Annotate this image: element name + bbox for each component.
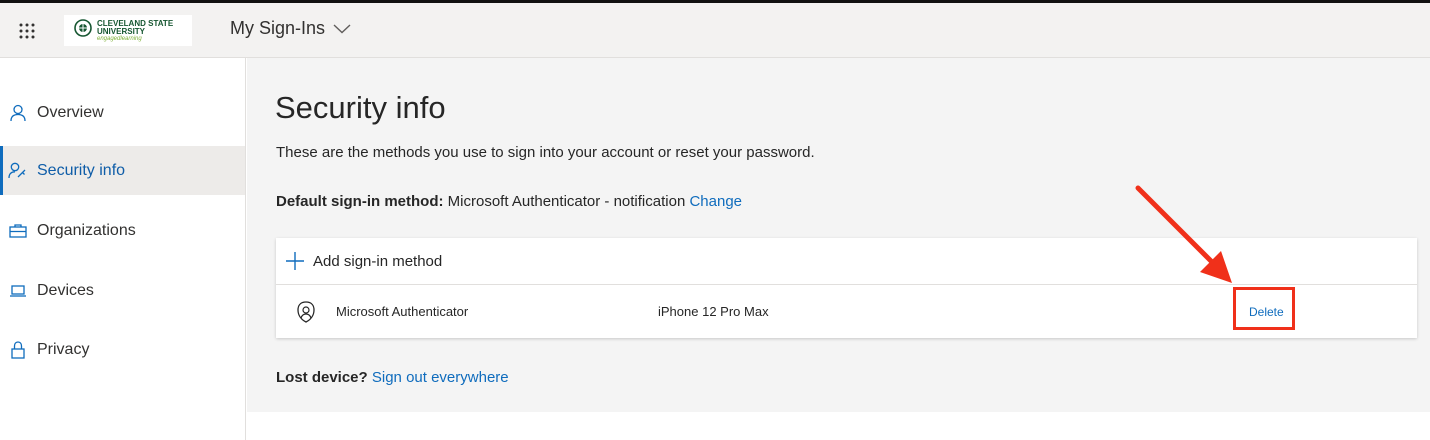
sidebar-item-label: Organizations (37, 221, 136, 239)
sign-out-everywhere-link[interactable]: Sign out everywhere (372, 369, 509, 386)
sidebar-item-privacy[interactable]: Privacy (0, 325, 245, 374)
sidebar: Overview Security info Organizations Dev… (0, 58, 246, 440)
default-method-label: Default sign-in method: (276, 193, 444, 210)
default-sign-in-method: Default sign-in method: Microsoft Authen… (276, 193, 742, 210)
add-sign-in-method-label: Add sign-in method (313, 252, 443, 270)
top-header: CLEVELAND STATE UNIVERSITY engagedlearni… (0, 3, 1430, 58)
university-logo[interactable]: CLEVELAND STATE UNIVERSITY engagedlearni… (64, 15, 192, 46)
annotation-arrow-icon (1135, 185, 1232, 283)
lost-device-line: Lost device? Sign out everywhere (276, 369, 509, 386)
person-icon (8, 103, 28, 123)
change-default-link[interactable]: Change (689, 193, 742, 210)
app-title-dropdown[interactable]: My Sign-Ins (230, 18, 351, 39)
sidebar-item-devices[interactable]: Devices (0, 266, 245, 315)
authenticator-icon (296, 301, 316, 323)
university-seal-icon (74, 19, 92, 37)
sidebar-item-organizations[interactable]: Organizations (0, 206, 245, 255)
main-content: Security info These are the methods you … (247, 58, 1430, 412)
chevron-down-icon (333, 18, 351, 39)
lock-icon (8, 340, 28, 360)
logo-line-2: UNIVERSITY (97, 27, 146, 36)
logo-tagline: engagedlearning (97, 36, 142, 42)
page-description: These are the methods you use to sign in… (276, 144, 815, 161)
lost-device-label: Lost device? (276, 369, 368, 386)
default-method-value: Microsoft Authenticator - notification (447, 193, 686, 210)
briefcase-icon (8, 221, 28, 241)
sidebar-item-label: Overview (37, 103, 104, 121)
page-title: Security info (275, 90, 446, 125)
waffle-grid-icon[interactable] (18, 22, 36, 40)
person-key-icon (8, 161, 28, 181)
sidebar-item-label: Devices (37, 281, 94, 299)
method-device: iPhone 12 Pro Max (658, 304, 769, 319)
laptop-icon (8, 281, 28, 301)
sidebar-item-overview[interactable]: Overview (0, 88, 245, 137)
app-title: My Sign-Ins (230, 18, 326, 38)
sidebar-item-label: Privacy (37, 340, 90, 358)
sidebar-item-security-info[interactable]: Security info (0, 146, 245, 195)
sidebar-item-label: Security info (37, 161, 126, 179)
method-name: Microsoft Authenticator (336, 304, 469, 319)
plus-icon (285, 251, 305, 271)
